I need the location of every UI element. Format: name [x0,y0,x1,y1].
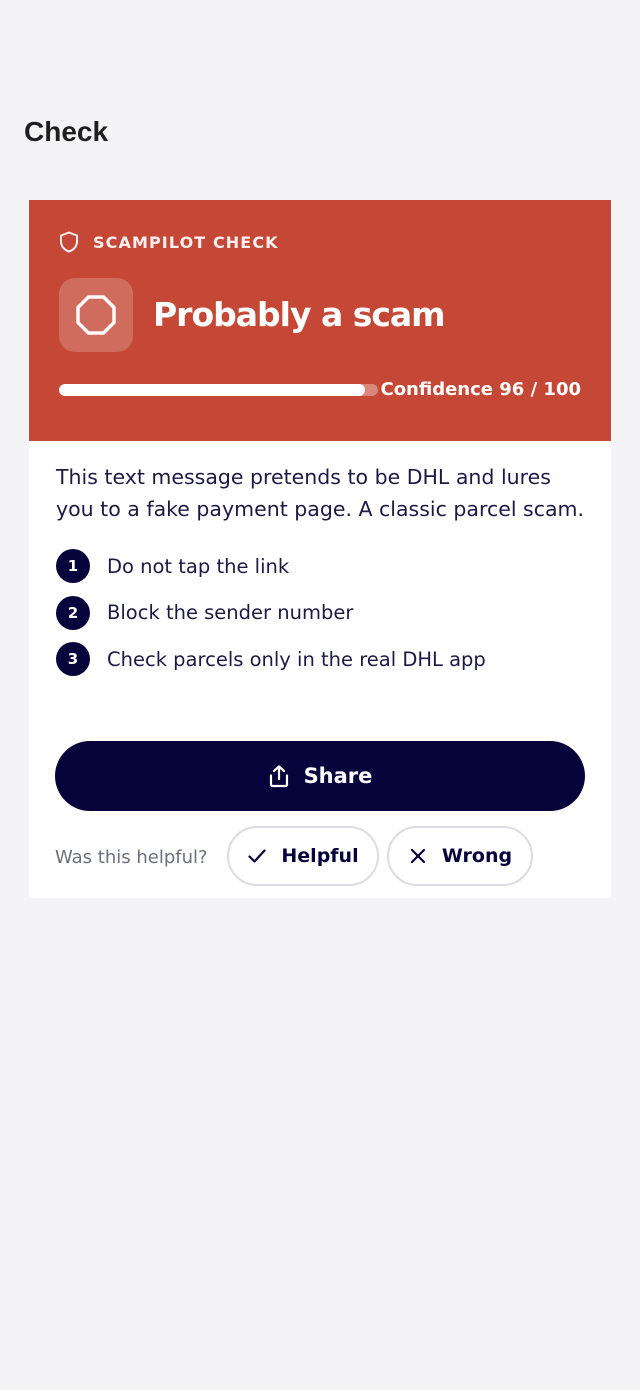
step-text: Check parcels only in the real DHL app [107,647,486,671]
helpful-button[interactable]: Helpful [227,826,379,886]
verdict-header: SCAMPILOT CHECK Probably a scam Confiden… [29,200,611,441]
steps-list: 1 Do not tap the link 2 Block the sender… [56,549,585,676]
eyebrow: SCAMPILOT CHECK [59,230,279,254]
step-number-badge: 3 [56,642,90,676]
step-number-badge: 2 [56,595,90,630]
helpful-label: Helpful [281,845,359,867]
feedback-prompt: Was this helpful? [55,847,208,868]
wrong-button[interactable]: Wrong [387,826,533,886]
shield-icon [60,231,78,253]
summary-text: This text message pretends to be DHL and… [56,465,585,521]
share-button[interactable]: Share [55,741,585,811]
step-item: 1 Do not tap the link [56,549,585,583]
stop-octagon-icon [76,295,116,335]
step-number-badge: 1 [56,549,90,583]
confidence-bar [59,384,378,396]
page-title: Check [24,116,109,147]
share-upload-icon [269,765,288,788]
verdict-icon-tile [59,278,133,352]
share-label: Share [303,764,373,788]
close-icon [410,848,426,864]
result-body: This text message pretends to be DHL and… [29,441,611,676]
check-icon [248,849,266,863]
step-item: 2 Block the sender number [56,595,585,630]
step-text: Do not tap the link [107,554,290,578]
result-card: SCAMPILOT CHECK Probably a scam Confiden… [29,200,611,898]
step-text: Block the sender number [107,601,354,624]
wrong-label: Wrong [441,845,513,867]
step-item: 3 Check parcels only in the real DHL app [56,642,585,676]
verdict-title: Probably a scam [153,295,446,334]
confidence-bar-fill [59,384,366,396]
confidence-label: Confidence 96 / 100 [380,379,581,400]
eyebrow-label: SCAMPILOT CHECK [93,232,279,252]
